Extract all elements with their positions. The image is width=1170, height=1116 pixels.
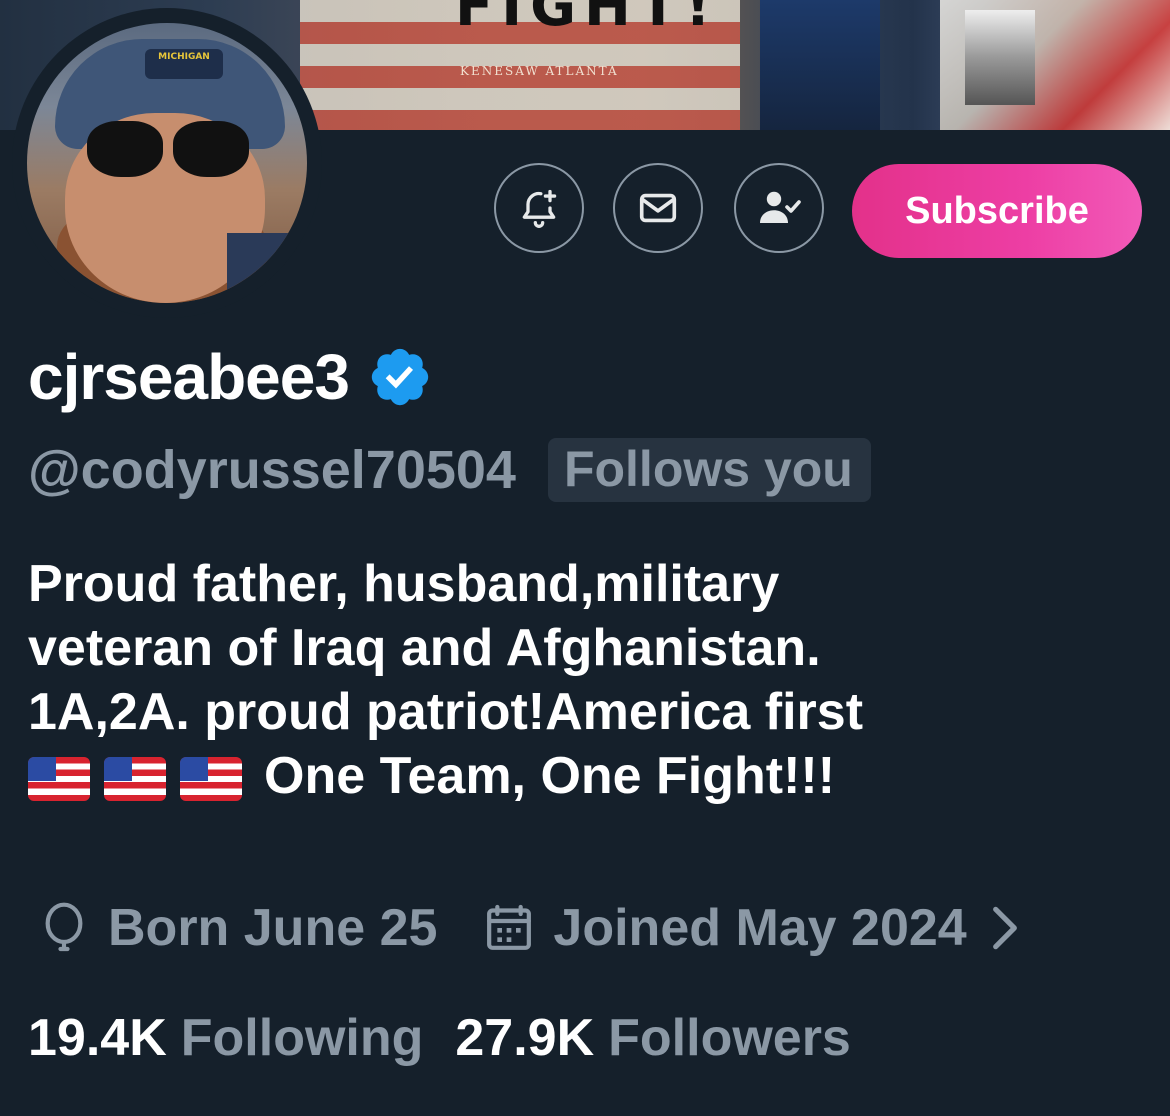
balloon-icon	[45, 902, 83, 952]
avatar-sunglasses	[87, 121, 257, 181]
bio-emoji-group	[28, 757, 242, 802]
bio-line: 1A,2A. proud patriot!America first	[28, 683, 864, 741]
verified-badge-icon[interactable]	[367, 344, 433, 410]
message-button[interactable]	[613, 163, 703, 253]
us-flag-emoji	[28, 757, 90, 802]
avatar-beanie-logo: MICHIGAN	[145, 49, 223, 79]
profile-page: FIGHT! KENESAW ATLANTA MICHIGAN Subscrib…	[0, 0, 1170, 1116]
banner-photo	[965, 10, 1035, 105]
avatar-frame[interactable]: MICHIGAN	[12, 8, 322, 318]
following-button[interactable]	[734, 163, 824, 253]
profile-meta: Born June 25 Joined May 2024	[36, 898, 1025, 958]
follows-you-badge: Follows you	[547, 438, 871, 502]
avatar[interactable]: MICHIGAN	[27, 23, 307, 303]
bell-plus-icon	[522, 189, 557, 228]
avatar-lens-left	[87, 121, 163, 177]
display-name: cjrseabee3	[28, 341, 350, 413]
subscribe-button[interactable]: Subscribe	[852, 164, 1142, 258]
notifications-button[interactable]	[494, 163, 584, 253]
following-count: 19.4K	[28, 1009, 167, 1067]
bio: Proud father, husband,military veteran o…	[28, 552, 1138, 808]
bio-line: veteran of Iraq and Afghanistan.	[28, 619, 821, 677]
joined-date: Joined May 2024	[553, 899, 967, 957]
us-flag-emoji	[104, 757, 166, 802]
following-link[interactable]: 19.4K Following	[28, 1008, 423, 1068]
calendar-icon	[487, 904, 532, 950]
bio-line: One Team, One Fight!!!	[264, 747, 836, 805]
bio-line: Proud father, husband,military	[28, 555, 780, 613]
avatar-shoulder	[227, 233, 307, 303]
birthday: Born June 25	[108, 899, 438, 957]
avatar-lens-right	[173, 121, 249, 177]
banner-fight-text: FIGHT!	[455, 0, 719, 39]
us-flag-emoji	[180, 757, 242, 802]
chevron-right-icon[interactable]	[985, 900, 1025, 956]
following-label: Following	[180, 1009, 424, 1067]
banner-flag-caption: KENESAW ATLANTA	[460, 64, 619, 78]
profile-stats: 19.4K Following 27.9K Followers	[28, 1008, 851, 1068]
bio-last-line: One Team, One Fight!!!	[28, 744, 1138, 808]
mail-icon	[639, 193, 677, 223]
handle-row: @codyrussel70504 Follows you	[28, 438, 871, 502]
banner-dark-panel	[760, 0, 880, 130]
followers-link[interactable]: 27.9K Followers	[455, 1008, 850, 1068]
followers-count: 27.9K	[455, 1009, 595, 1067]
followers-label: Followers	[608, 1009, 851, 1067]
person-check-icon	[760, 191, 801, 223]
handle: @codyrussel70504	[28, 440, 516, 500]
name-row: cjrseabee3	[28, 340, 433, 414]
